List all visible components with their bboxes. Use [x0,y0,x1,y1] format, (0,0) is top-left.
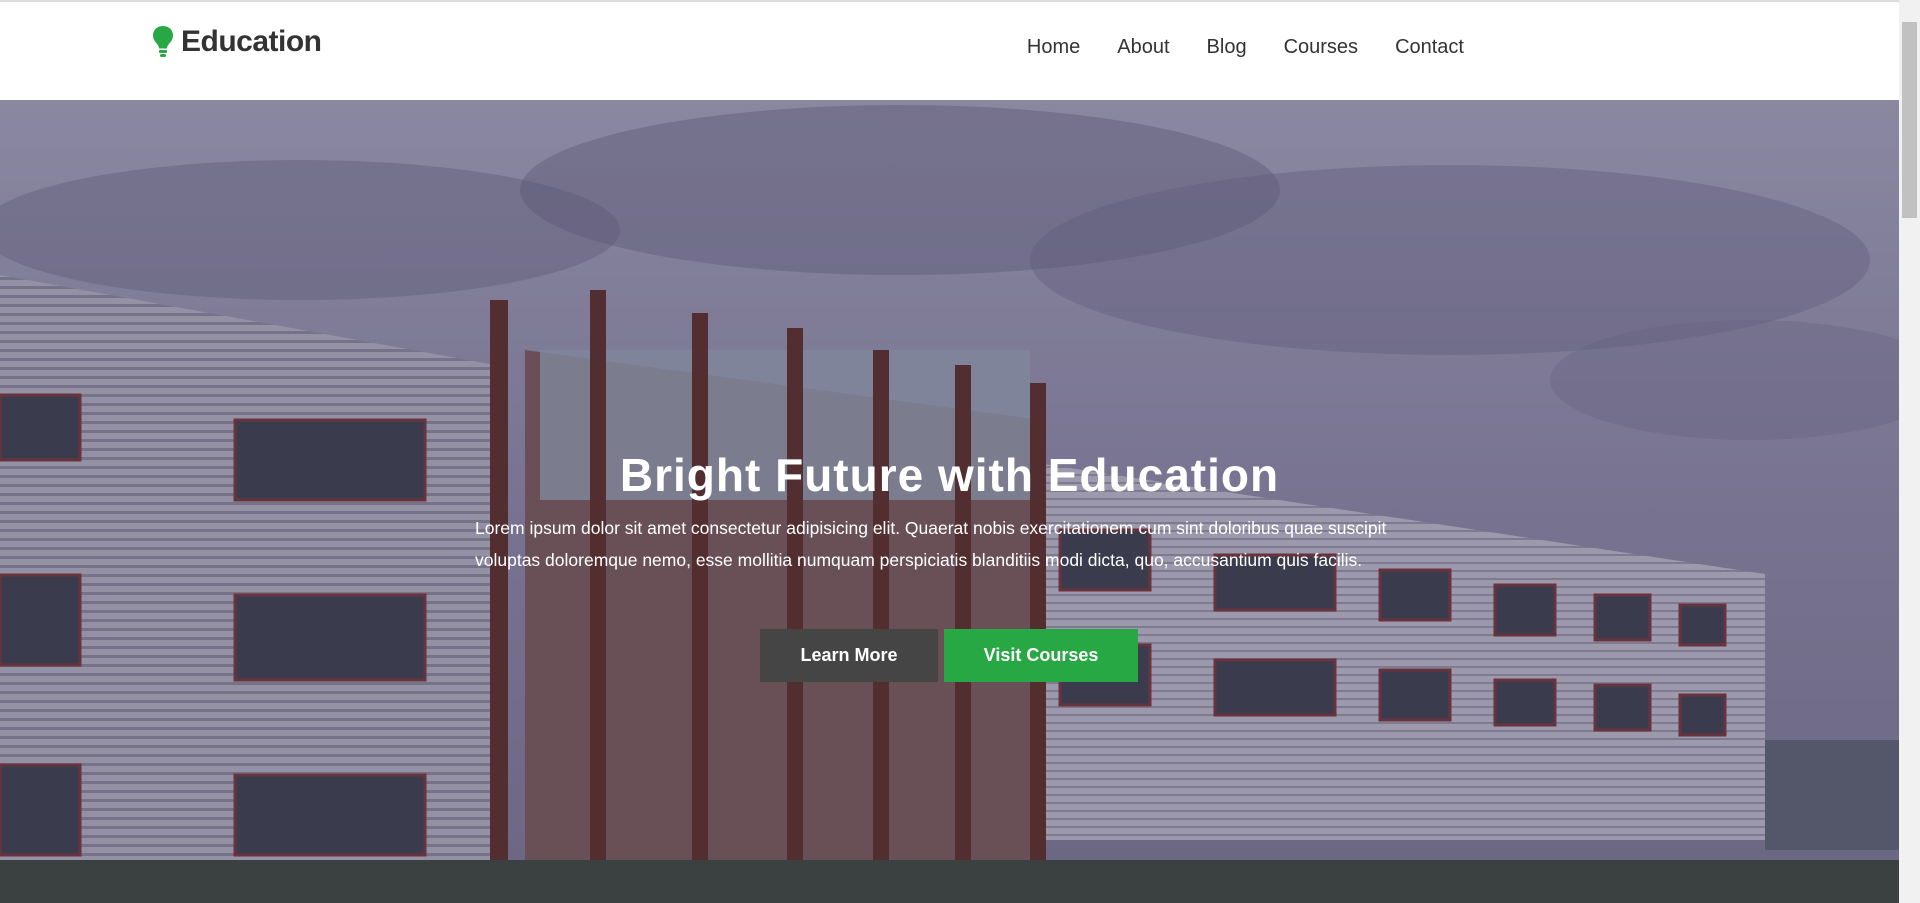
main-nav: Home About Blog Courses Contact [1027,36,1464,59]
hero-title: Bright Future with Education [619,449,1280,501]
lightbulb-icon [153,26,173,57]
scrollbar[interactable] [1899,0,1920,903]
hero-description: Lorem ipsum dolor sit amet consectetur a… [475,518,1387,570]
brand-name: Education [181,25,322,58]
nav-about[interactable]: About [1117,36,1169,59]
nav-contact[interactable]: Contact [1395,36,1464,59]
learn-more-button[interactable]: Learn More [760,629,938,682]
nav-home[interactable]: Home [1027,36,1080,59]
hero-section: Bright Future with Education Lorem ipsum… [0,100,1899,903]
navbar: Education Home About Blog Courses Contac… [0,2,1899,100]
visit-courses-button[interactable]: Visit Courses [944,629,1138,682]
brand[interactable]: Education [151,24,322,60]
nav-courses[interactable]: Courses [1284,36,1358,59]
hero-buttons: Learn More Visit Courses [760,629,1138,682]
scrollbar-thumb[interactable] [1902,22,1917,218]
nav-blog[interactable]: Blog [1207,36,1247,59]
